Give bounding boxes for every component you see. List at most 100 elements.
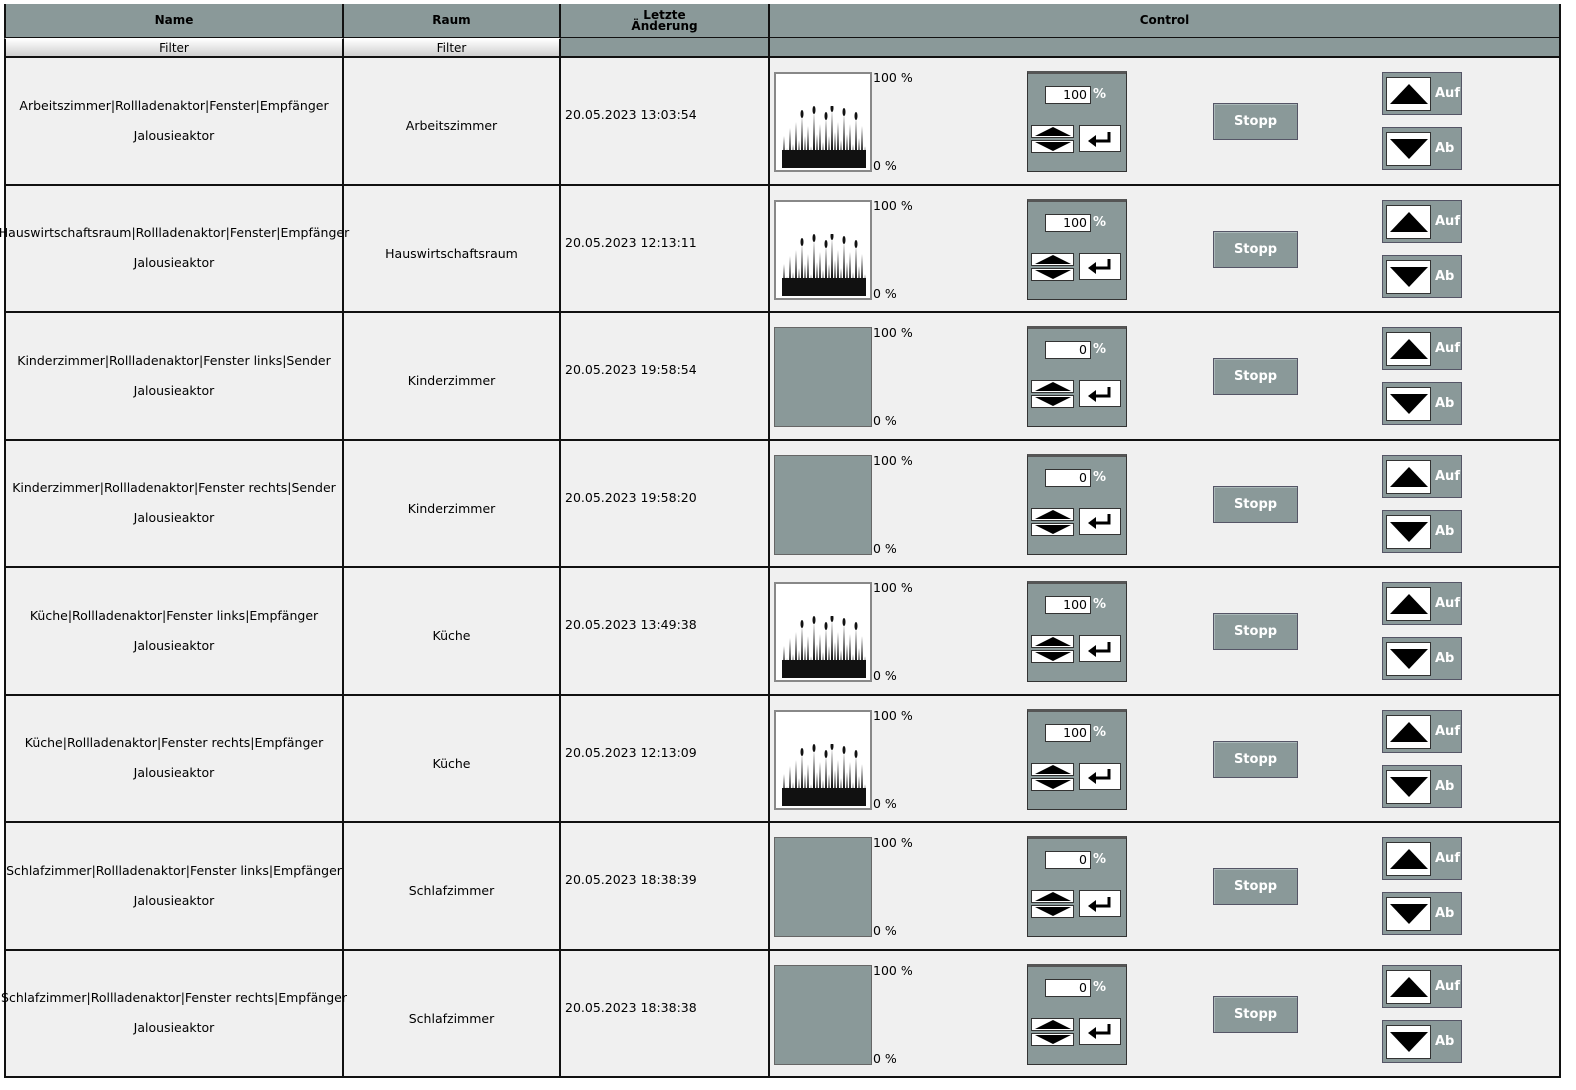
stop-button[interactable]: Stopp <box>1213 230 1298 268</box>
header-room[interactable]: Raum <box>344 4 561 37</box>
spin-down-button[interactable] <box>1031 522 1074 536</box>
room-cell: Schlafzimmer <box>344 823 561 949</box>
enter-icon <box>1088 259 1111 274</box>
header-name[interactable]: Name <box>4 4 344 37</box>
device-name-cell: Schlafzimmer|Rollladenaktor|Fenster link… <box>4 823 344 949</box>
label-bottom: 0 % <box>873 923 897 938</box>
device-name[interactable]: Arbeitszimmer|Rollladenaktor|Fenster|Emp… <box>19 91 328 121</box>
apply-position-button[interactable] <box>1079 252 1121 280</box>
spin-down-button[interactable] <box>1031 905 1074 918</box>
position-input[interactable]: 0 <box>1045 468 1091 487</box>
arrow-up-box <box>1386 459 1431 494</box>
up-label: Auf <box>1435 341 1460 356</box>
down-button[interactable]: Ab <box>1382 509 1462 553</box>
up-button[interactable]: Auf <box>1382 964 1462 1008</box>
arrow-down-box <box>1386 514 1431 549</box>
spin-up-button[interactable] <box>1031 635 1074 648</box>
position-input[interactable]: 100 <box>1045 723 1091 742</box>
down-button[interactable]: Ab <box>1382 892 1462 935</box>
apply-position-button[interactable] <box>1079 380 1121 407</box>
stop-button[interactable]: Stopp <box>1213 613 1298 650</box>
spin-down-button[interactable] <box>1031 777 1074 791</box>
header-last-change[interactable]: Letzte Änderung <box>561 4 770 37</box>
spin-up-button[interactable] <box>1031 125 1074 138</box>
apply-position-button[interactable] <box>1079 1017 1121 1045</box>
device-name[interactable]: Hauswirtschaftsraum|Rollladenaktor|Fenst… <box>0 218 349 248</box>
apply-position-button[interactable] <box>1079 507 1121 535</box>
device-name[interactable]: Küche|Rollladenaktor|Fenster rechts|Empf… <box>25 728 323 758</box>
label-top: 100 % <box>873 580 913 595</box>
stop-button[interactable]: Stopp <box>1213 103 1298 140</box>
arrow-down-icon <box>1389 649 1428 669</box>
up-button[interactable]: Auf <box>1382 454 1462 498</box>
spin-down-button[interactable] <box>1031 650 1074 663</box>
down-button[interactable]: Ab <box>1382 637 1462 680</box>
triangle-down-icon <box>1034 779 1071 789</box>
arrow-down-icon <box>1389 904 1428 924</box>
label-top: 100 % <box>873 962 913 978</box>
device-name[interactable]: Kinderzimmer|Rollladenaktor|Fenster link… <box>17 346 330 376</box>
up-button[interactable]: Auf <box>1382 582 1462 625</box>
arrow-down-box <box>1386 642 1431 676</box>
spin-up-button[interactable] <box>1031 380 1074 393</box>
control-cell: 100 % 0 % 100 % Stopp Auf Ab <box>770 58 1561 184</box>
spin-up-button[interactable] <box>1031 762 1074 776</box>
position-panel: 0 % <box>1027 836 1127 937</box>
down-button[interactable]: Ab <box>1382 1019 1462 1063</box>
position-input[interactable]: 0 <box>1045 851 1091 869</box>
device-type: Jalousieaktor <box>133 637 215 653</box>
stop-button[interactable]: Stopp <box>1213 740 1298 778</box>
last-change-time: 20.05.2023 13:49:38 <box>565 617 697 632</box>
spin-down-button[interactable] <box>1031 140 1074 153</box>
filter-name-button[interactable]: Filter <box>4 38 344 56</box>
enter-icon <box>1088 1024 1111 1039</box>
spin-down-button[interactable] <box>1031 395 1074 408</box>
down-button[interactable]: Ab <box>1382 382 1462 425</box>
down-button[interactable]: Ab <box>1382 764 1462 808</box>
position-input[interactable]: 0 <box>1045 978 1091 997</box>
apply-position-button[interactable] <box>1079 890 1121 917</box>
down-label: Ab <box>1435 1033 1455 1049</box>
spin-down-button[interactable] <box>1031 267 1074 281</box>
down-button[interactable]: Ab <box>1382 254 1462 298</box>
position-spinner <box>1031 635 1074 664</box>
triangle-down-icon <box>1034 269 1071 279</box>
position-spinner <box>1031 507 1074 537</box>
label-bottom: 0 % <box>873 1050 897 1066</box>
apply-position-button[interactable] <box>1079 125 1121 152</box>
stop-button[interactable]: Stopp <box>1213 995 1298 1033</box>
up-button[interactable]: Auf <box>1382 327 1462 370</box>
room-name: Kinderzimmer <box>407 373 496 389</box>
stop-button[interactable]: Stopp <box>1213 868 1298 905</box>
up-button[interactable]: Auf <box>1382 72 1462 115</box>
spin-up-button[interactable] <box>1031 507 1074 521</box>
apply-position-button[interactable] <box>1079 762 1121 790</box>
apply-position-button[interactable] <box>1079 635 1121 662</box>
device-name[interactable]: Schlafzimmer|Rollladenaktor|Fenster link… <box>6 856 342 886</box>
down-button[interactable]: Ab <box>1382 127 1462 170</box>
spin-up-button[interactable] <box>1031 890 1074 903</box>
stop-button[interactable]: Stopp <box>1213 485 1298 523</box>
device-name[interactable]: Kinderzimmer|Rollladenaktor|Fenster rech… <box>12 473 336 503</box>
position-input[interactable]: 0 <box>1045 341 1091 359</box>
device-name[interactable]: Küche|Rollladenaktor|Fenster links|Empfä… <box>30 601 318 631</box>
control-cell: 100 % 0 % 0 % Stopp Auf Ab <box>770 313 1561 439</box>
position-input[interactable]: 100 <box>1045 213 1091 232</box>
up-button[interactable]: Auf <box>1382 709 1462 753</box>
stop-button[interactable]: Stopp <box>1213 358 1298 395</box>
filter-room-button[interactable]: Filter <box>344 38 561 56</box>
device-name-cell: Hauswirtschaftsraum|Rollladenaktor|Fenst… <box>0 185 349 311</box>
device-name[interactable]: Schlafzimmer|Rollladenaktor|Fenster rech… <box>1 983 347 1013</box>
position-input[interactable]: 100 <box>1045 596 1091 614</box>
spin-up-button[interactable] <box>1031 252 1074 266</box>
shutter-visual <box>774 199 872 300</box>
room-cell: Schlafzimmer <box>344 950 561 1076</box>
room-name: Küche <box>432 628 471 644</box>
position-input[interactable]: 100 <box>1045 86 1091 104</box>
up-button[interactable]: Auf <box>1382 837 1462 880</box>
up-label: Auf <box>1435 213 1460 229</box>
spin-down-button[interactable] <box>1031 1032 1074 1046</box>
arrow-up-box <box>1386 204 1431 239</box>
spin-up-button[interactable] <box>1031 1017 1074 1031</box>
up-button[interactable]: Auf <box>1382 199 1462 243</box>
